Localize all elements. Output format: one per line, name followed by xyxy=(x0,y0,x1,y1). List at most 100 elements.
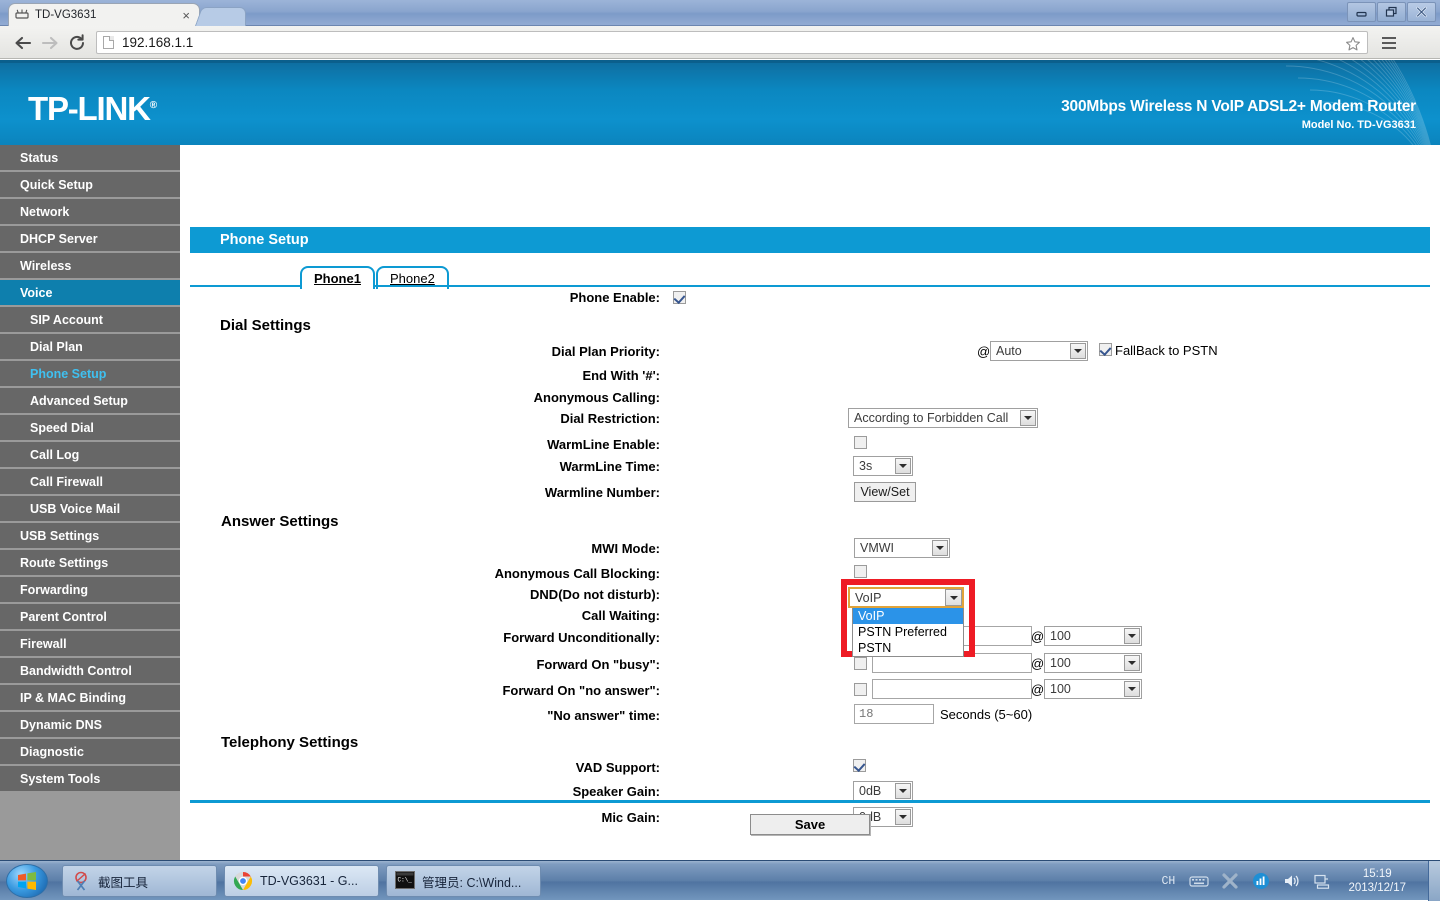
speaker-gain-select[interactable]: 0dB xyxy=(853,781,913,801)
x-app-icon[interactable] xyxy=(1220,871,1240,891)
sidebar-item-firewall[interactable]: Firewall xyxy=(0,631,180,658)
network-connection-icon[interactable] xyxy=(1313,871,1333,891)
close-button[interactable] xyxy=(1407,2,1436,22)
anonymous-calling-label: Anonymous Calling: xyxy=(533,390,660,405)
chevron-down-icon[interactable] xyxy=(1124,655,1140,671)
sidebar-item-usb-settings[interactable]: USB Settings xyxy=(0,523,180,550)
snipping-tool-icon xyxy=(71,871,91,891)
chrome-icon xyxy=(233,871,253,891)
sidebar-item-speed-dial[interactable]: Speed Dial xyxy=(0,415,180,442)
keyboard-icon[interactable] xyxy=(1189,871,1210,891)
sidebar-item-status[interactable]: Status xyxy=(0,145,180,172)
save-button[interactable]: Save xyxy=(750,814,870,835)
chevron-down-icon[interactable] xyxy=(895,809,911,825)
sidebar-item-phone-setup[interactable]: Phone Setup xyxy=(0,361,180,388)
chevron-down-icon[interactable] xyxy=(1070,343,1086,359)
sidebar-item-call-firewall[interactable]: Call Firewall xyxy=(0,469,180,496)
sidebar-item-dhcp-server[interactable]: DHCP Server xyxy=(0,226,180,253)
forward-on-no-answer-account-value: 100 xyxy=(1050,682,1071,696)
new-tab-button[interactable] xyxy=(204,7,246,26)
show-desktop-button[interactable] xyxy=(1428,861,1440,901)
phone-enable-checkbox[interactable] xyxy=(673,291,686,304)
clock[interactable]: 15:19 2013/12/17 xyxy=(1348,867,1406,895)
dial-plan-priority-option[interactable]: PSTN xyxy=(853,640,963,656)
dial-plan-priority-selected-value[interactable]: VoIP xyxy=(848,587,964,608)
mic-gain-label: Mic Gain: xyxy=(601,810,660,825)
vad-support-checkbox[interactable] xyxy=(853,759,866,772)
sidebar-item-network[interactable]: Network xyxy=(0,199,180,226)
sidebar-item-sip-account[interactable]: SIP Account xyxy=(0,307,180,334)
sidebar-item-label: Call Log xyxy=(30,447,80,462)
forward-unconditionally-account-select[interactable]: 100 xyxy=(1044,626,1142,646)
chevron-down-icon[interactable] xyxy=(945,589,962,606)
warmline-number-viewset-button[interactable]: View/Set xyxy=(854,482,916,502)
sidebar-item-voice[interactable]: Voice xyxy=(0,280,180,307)
taskbar-item-chrome[interactable]: TD-VG3631 - G... xyxy=(224,865,379,897)
sidebar-item-parent-control[interactable]: Parent Control xyxy=(0,604,180,631)
sidebar-item-quick-setup[interactable]: Quick Setup xyxy=(0,172,180,199)
sidebar-item-dynamic-dns[interactable]: Dynamic DNS xyxy=(0,712,180,739)
sidebar-item-call-log[interactable]: Call Log xyxy=(0,442,180,469)
forward-on-no-answer-account-select[interactable]: 100 xyxy=(1044,679,1142,699)
forward-on-busy-label: Forward On "busy": xyxy=(536,657,660,672)
input-language-indicator[interactable]: CH xyxy=(1158,871,1178,891)
dial-plan-priority-option[interactable]: VoIP xyxy=(853,608,963,624)
mwi-mode-select[interactable]: VMWI xyxy=(854,538,950,558)
reload-icon[interactable] xyxy=(66,32,88,54)
sidebar-item-diagnostic[interactable]: Diagnostic xyxy=(0,739,180,766)
forward-on-busy-checkbox[interactable] xyxy=(854,657,867,670)
chrome-menu-icon[interactable] xyxy=(1378,32,1400,54)
speaker-gain-value: 0dB xyxy=(859,784,882,798)
back-icon[interactable] xyxy=(12,32,34,54)
chevron-down-icon[interactable] xyxy=(1020,410,1036,426)
bookmark-star-icon[interactable] xyxy=(1340,33,1366,54)
sidebar-item-usb-voice-mail[interactable]: USB Voice Mail xyxy=(0,496,180,523)
network-signal-icon[interactable] xyxy=(1251,871,1271,891)
chevron-down-icon[interactable] xyxy=(1124,681,1140,697)
chevron-down-icon[interactable] xyxy=(1124,628,1140,644)
sidebar-item-ip-mac-binding[interactable]: IP & MAC Binding xyxy=(0,685,180,712)
minimize-button[interactable] xyxy=(1347,2,1376,22)
restore-button[interactable] xyxy=(1377,2,1406,22)
taskbar-item-console[interactable]: C:\_ 管理员: C:\Wind... xyxy=(386,865,541,897)
sidebar-item-forwarding[interactable]: Forwarding xyxy=(0,577,180,604)
sidebar-item-label: Diagnostic xyxy=(20,744,84,759)
fallback-to-pstn-checkbox[interactable] xyxy=(1099,343,1112,356)
dial-plan-priority-option[interactable]: PSTN Preferred xyxy=(853,624,963,640)
logo-registered-icon: ® xyxy=(149,100,157,111)
sidebar-item-system-tools[interactable]: System Tools xyxy=(0,766,180,793)
tabs-underline xyxy=(190,285,1430,287)
sidebar-item-wireless[interactable]: Wireless xyxy=(0,253,180,280)
sidebar-item-route-settings[interactable]: Route Settings xyxy=(0,550,180,577)
forward-icon[interactable] xyxy=(38,32,60,54)
warmline-enable-checkbox[interactable] xyxy=(854,436,867,449)
sidebar-item-advanced-setup[interactable]: Advanced Setup xyxy=(0,388,180,415)
sidebar-item-dial-plan[interactable]: Dial Plan xyxy=(0,334,180,361)
chevron-down-icon[interactable] xyxy=(932,540,948,556)
dial-plan-priority-options-list[interactable]: VoIP PSTN Preferred PSTN xyxy=(852,608,964,657)
chevron-down-icon[interactable] xyxy=(895,783,911,799)
chevron-down-icon[interactable] xyxy=(895,458,911,474)
taskbar-item-snipping-tool[interactable]: 截图工具 xyxy=(62,865,217,897)
tab-phone1[interactable]: Phone1 xyxy=(300,266,375,289)
forward-on-no-answer-input[interactable] xyxy=(872,679,1032,699)
start-button[interactable] xyxy=(6,864,48,898)
no-answer-time-input[interactable]: 18 xyxy=(854,704,934,724)
forward-on-busy-account-select[interactable]: 100 xyxy=(1044,653,1142,673)
tab-close-icon[interactable]: × xyxy=(179,9,193,22)
warmline-time-select[interactable]: 3s xyxy=(853,456,913,476)
warmline-time-label: WarmLine Time: xyxy=(559,459,660,474)
tplink-banner: TP-LINK® 300Mbps Wireless N VoIP ADSL2+ … xyxy=(0,60,1440,145)
dial-restriction-select[interactable]: According to Forbidden Call xyxy=(848,408,1038,428)
answer-settings-heading: Answer Settings xyxy=(221,513,339,530)
forward-on-no-answer-checkbox[interactable] xyxy=(854,683,867,696)
sidebar-item-label: Firewall xyxy=(20,636,67,651)
sidebar-item-label: Speed Dial xyxy=(30,420,94,435)
sip-account-select[interactable]: Auto xyxy=(990,341,1088,361)
address-bar[interactable]: 192.168.1.1 xyxy=(96,31,1368,54)
forward-unconditionally-account-value: 100 xyxy=(1050,629,1071,643)
anonymous-call-blocking-checkbox[interactable] xyxy=(854,565,867,578)
volume-icon[interactable] xyxy=(1282,871,1302,891)
browser-tab[interactable]: TD-VG3631 × xyxy=(8,3,200,26)
sidebar-item-bandwidth-control[interactable]: Bandwidth Control xyxy=(0,658,180,685)
